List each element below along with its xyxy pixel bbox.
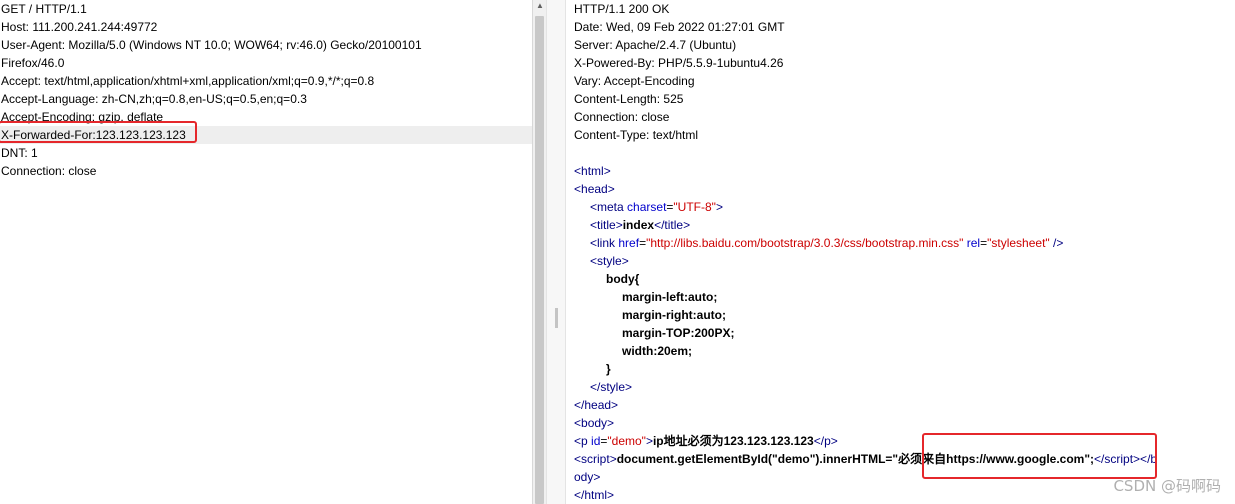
request-line: GET / HTTP/1.1 (1, 2, 87, 16)
request-header: User-Agent: Mozilla/5.0 (Windows NT 10.0… (1, 38, 422, 52)
attr-value: "UTF-8" (673, 200, 716, 214)
request-header: Firefox/46.0 (1, 56, 65, 70)
link-line: <link href="http://libs.baidu.com/bootst… (590, 236, 1064, 250)
head-close-line: </head> (574, 398, 619, 412)
highlight-google-referer-hint (922, 433, 1157, 479)
response-header: Content-Length: 525 (574, 92, 684, 106)
request-header: Connection: close (1, 164, 97, 178)
attr-name: charset (627, 200, 667, 214)
css-selector: body{ (606, 272, 640, 286)
splitter-grip-icon[interactable] (555, 308, 558, 328)
css-rule: margin-left:auto; (622, 290, 718, 304)
watermark: CSDN @码啊码 (1113, 477, 1221, 495)
tag-name: style (600, 380, 626, 394)
html-open-line: <html> (574, 164, 611, 178)
css-rule: margin-right:auto; (622, 308, 726, 322)
tag-name: meta (597, 200, 624, 214)
title-text: index (622, 218, 655, 232)
head-open-line: <head> (574, 182, 615, 196)
tag-name: p (824, 434, 831, 448)
tag-name: title (664, 218, 684, 232)
css-rule: margin-TOP:200PX; (622, 326, 735, 340)
body-open-line: <body> (574, 416, 615, 430)
response-header: Content-Type: text/html (574, 128, 699, 142)
meta-line: <meta charset="UTF-8"> (590, 200, 723, 214)
tag-name: html (584, 488, 608, 502)
tag-name: title (597, 218, 616, 232)
tag-name: html (581, 164, 604, 178)
tag-name: head (581, 182, 608, 196)
highlight-x-forwarded-for (0, 121, 197, 143)
request-header: DNT: 1 (1, 146, 38, 160)
request-scrollbar-thumb[interactable] (535, 16, 544, 504)
tag-name: body (581, 416, 608, 430)
pane-splitter[interactable] (546, 0, 566, 504)
attr-name: href (618, 236, 640, 250)
status-line: HTTP/1.1 200 OK (574, 2, 670, 16)
css-rule: width:20em; (622, 344, 693, 358)
tag-name: head (584, 398, 612, 412)
attr-value: "http://libs.baidu.com/bootstrap/3.0.3/c… (646, 236, 964, 250)
response-header: Server: Apache/2.4.7 (Ubuntu) (574, 38, 737, 52)
request-header: Accept: text/html,application/xhtml+xml,… (1, 74, 375, 88)
tag-name: script (581, 452, 610, 466)
scroll-up-arrow-icon[interactable]: ▲ (533, 1, 547, 10)
attr-name: rel (966, 236, 981, 250)
response-header: Connection: close (574, 110, 670, 124)
attr-name: id (591, 434, 601, 448)
tag-name: p (581, 434, 588, 448)
attr-value: "stylesheet" (987, 236, 1050, 250)
request-header: Host: 111.200.241.244:49772 (1, 20, 158, 34)
css-close: } (606, 362, 611, 376)
response-header: Vary: Accept-Encoding (574, 74, 695, 88)
attr-value: "demo" (607, 434, 646, 448)
tag-name: style (597, 254, 622, 268)
response-header: Date: Wed, 09 Feb 2022 01:27:01 GMT (574, 20, 785, 34)
style-close-line: </style> (590, 380, 633, 394)
response-pane[interactable]: HTTP/1.1 200 OK Date: Wed, 09 Feb 2022 0… (566, 0, 1235, 504)
style-open-line: <style> (590, 254, 629, 268)
title-line: <title>index</title> (590, 218, 691, 232)
request-pane[interactable]: GET / HTTP/1.1 Host: 111.200.241.244:497… (0, 0, 532, 504)
response-header: X-Powered-By: PHP/5.5.9-1ubuntu4.26 (574, 56, 784, 70)
p-text: ip地址必须为123.123.123.123 (652, 434, 814, 448)
request-header: Accept-Language: zh-CN,zh;q=0.8,en-US;q=… (1, 92, 307, 106)
tag-name: link (597, 236, 616, 250)
request-scrollbar[interactable]: ▲ (532, 0, 547, 504)
wrapped-tail: ody> (574, 470, 601, 484)
